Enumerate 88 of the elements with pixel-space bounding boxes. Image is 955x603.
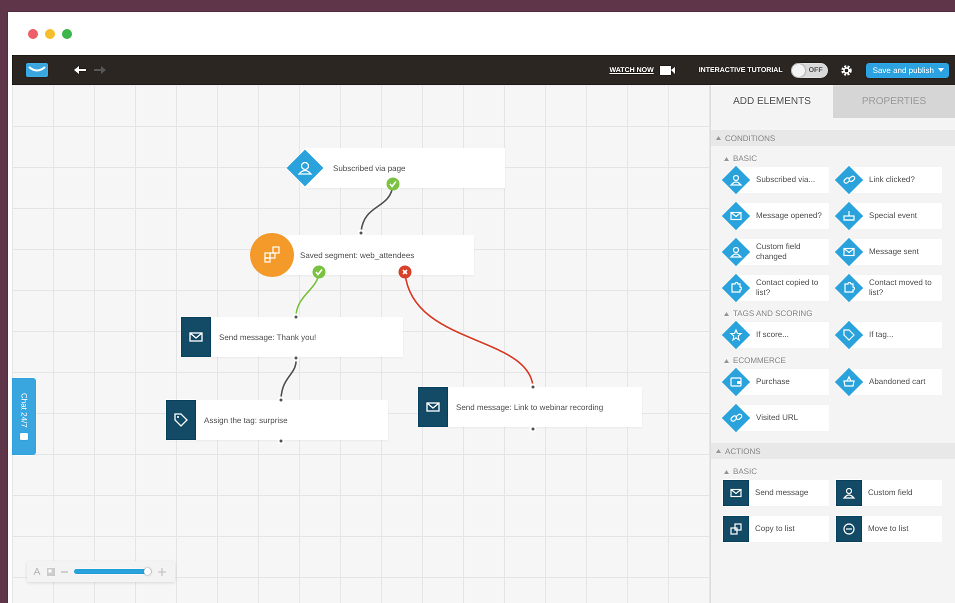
collapse-caret-icon <box>716 136 721 140</box>
tile-label: Contact moved to list? <box>868 278 933 298</box>
element-tile[interactable]: Link clicked? <box>836 167 942 193</box>
workflow-node[interactable]: Assign the tag: surprise <box>166 400 388 440</box>
element-tile[interactable]: Move to list <box>836 516 942 542</box>
element-tile[interactable]: Contact copied to list? <box>723 275 829 301</box>
node-label: Send message: Link to webinar recording <box>455 402 604 412</box>
redo-icon[interactable] <box>94 66 106 74</box>
group-title: TAGS AND SCORING <box>733 309 812 318</box>
envelope-square-icon <box>418 387 448 427</box>
node-label: Send message: Thank you! <box>218 332 316 342</box>
tile-label: Abandoned cart <box>868 377 926 387</box>
tile-label: If tag... <box>868 330 894 340</box>
check-icon <box>386 178 400 190</box>
collapse-caret-icon[interactable] <box>724 470 729 474</box>
envelope-logo-icon <box>26 63 48 77</box>
squares-circle-icon <box>250 233 294 277</box>
zoom-in-icon[interactable] <box>158 568 166 576</box>
group-title: ECOMMERCE <box>733 356 786 365</box>
check-icon <box>312 266 326 278</box>
collapse-caret-icon[interactable] <box>724 358 729 362</box>
undo-icon[interactable] <box>74 66 86 74</box>
group-title: BASIC <box>733 467 758 476</box>
element-tile[interactable]: Send message <box>723 480 829 506</box>
element-tile[interactable]: If tag... <box>836 322 942 348</box>
fit-screen-icon[interactable] <box>47 568 55 576</box>
tile-label: Special event <box>868 211 918 221</box>
element-tile[interactable]: Visited URL <box>723 405 829 431</box>
envelope-square-icon <box>181 317 211 357</box>
video-camera-icon[interactable] <box>660 64 675 76</box>
collapse-caret-icon[interactable] <box>724 312 729 316</box>
element-tile[interactable]: Special event <box>836 203 942 229</box>
tile-label: Send message <box>754 488 808 498</box>
connection-port[interactable] <box>292 314 300 320</box>
tile-label: Contact copied to list? <box>755 278 820 298</box>
collapse-caret-icon <box>716 449 721 453</box>
tile-label: Subscribed via... <box>755 175 816 185</box>
connection-port[interactable] <box>278 396 284 404</box>
tile-label: Custom field changed <box>755 242 802 262</box>
zoom-out-icon[interactable] <box>61 570 68 574</box>
circle-dash-square-icon <box>836 516 862 542</box>
element-tile[interactable]: Message sent <box>836 239 942 265</box>
tile-label: Copy to list <box>754 524 795 534</box>
workflow-node[interactable]: Subscribed via page <box>283 146 505 190</box>
settings-icon[interactable] <box>840 64 853 76</box>
workflow-node[interactable]: Send message: Thank you! <box>181 317 403 357</box>
window-zoom-button[interactable] <box>62 29 72 39</box>
caret-icon <box>938 68 944 72</box>
element-tile[interactable]: Subscribed via... <box>723 167 829 193</box>
connection-port[interactable] <box>292 354 300 362</box>
node-label: Subscribed via page <box>332 164 406 172</box>
element-tile[interactable]: Message opened? <box>723 203 829 229</box>
tile-label: Message sent <box>868 247 919 257</box>
section-title: ACTIONS <box>725 446 761 456</box>
person-square-icon <box>836 480 862 506</box>
connection-port[interactable] <box>530 426 536 432</box>
collapse-caret-icon[interactable] <box>724 156 729 160</box>
workflow-node[interactable]: Send message: Link to webinar recording <box>418 387 642 427</box>
section-title: CONDITIONS <box>725 134 776 142</box>
tag-square-icon <box>166 400 196 440</box>
tile-label: Purchase <box>755 377 790 387</box>
group-title: BASIC <box>733 154 758 163</box>
envelope-square-icon <box>723 480 749 506</box>
node-label: Saved segment: web_attendees <box>299 250 414 260</box>
tile-label: Move to list <box>867 524 908 534</box>
element-tile[interactable]: Abandoned cart <box>836 369 942 395</box>
element-tile[interactable]: Copy to list <box>723 516 829 542</box>
tile-label: If score... <box>755 330 789 340</box>
element-tile[interactable]: Custom field changed <box>723 239 829 265</box>
speech-bubble-icon <box>20 432 28 440</box>
connection-port[interactable] <box>278 438 284 444</box>
element-tile[interactable]: Contact moved to list? <box>836 275 942 301</box>
window-minimize-button[interactable] <box>45 29 55 39</box>
cross-icon <box>398 266 412 278</box>
window-close-button[interactable] <box>28 29 38 39</box>
tile-label: Visited URL <box>755 413 798 423</box>
tile-label: Link clicked? <box>868 175 915 185</box>
element-tile[interactable]: If score... <box>723 322 829 348</box>
connection-port[interactable] <box>358 230 364 236</box>
stacked-squares-square-icon <box>723 516 749 542</box>
workflow-node[interactable]: Saved segment: web_attendees <box>250 233 474 277</box>
node-label: Assign the tag: surprise <box>203 416 288 424</box>
zoom-slider-thumb[interactable] <box>144 568 152 575</box>
tile-label: Custom field <box>867 488 912 498</box>
element-tile[interactable]: Custom field <box>836 480 942 506</box>
connection-port[interactable] <box>530 384 536 390</box>
tile-label: Message opened? <box>755 211 822 221</box>
element-tile[interactable]: Purchase <box>723 369 829 395</box>
